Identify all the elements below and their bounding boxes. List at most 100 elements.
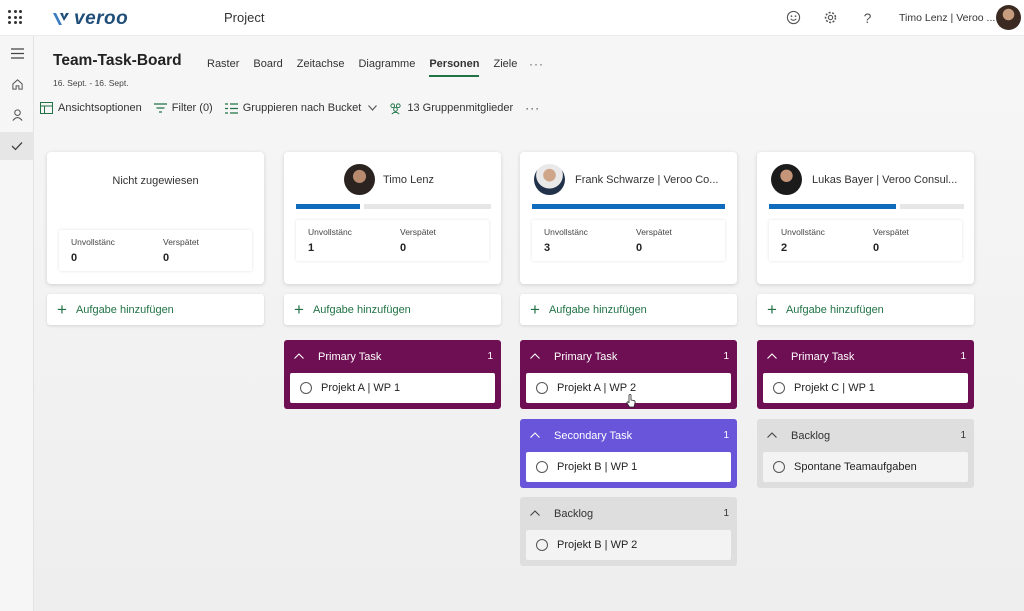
add-task-label: Aufgabe hinzufügen — [75, 303, 174, 316]
task-card[interactable]: Spontane Teamaufgaben — [763, 452, 968, 482]
tab-board[interactable]: Board — [253, 58, 282, 77]
person-name: Frank Schwarze | Veroo Co... — [575, 174, 719, 186]
tasks-check-icon[interactable] — [0, 132, 34, 160]
plus-icon: + — [767, 300, 777, 319]
board-date-range: 16. Sept. - 16. Sept. — [53, 78, 129, 88]
late-label: Verspätet — [163, 237, 199, 247]
members-icon — [389, 102, 402, 115]
bucket-primary-task: Primary Task 1 Projekt A | WP 1 — [284, 340, 501, 409]
bucket-count: 1 — [723, 508, 729, 519]
person-name: Lukas Bayer | Veroo Consul... — [812, 174, 958, 186]
filter-icon — [153, 102, 167, 115]
column-timo-lenz: Timo Lenz Unvollstänc 1 Verspätet 0 + Au… — [284, 152, 501, 409]
bucket-name: Backlog — [554, 507, 594, 520]
gear-icon[interactable] — [822, 9, 839, 26]
chevron-up-icon[interactable] — [530, 351, 548, 362]
task-card[interactable]: Projekt A | WP 1 — [290, 373, 495, 403]
plus-icon: + — [294, 300, 304, 319]
bucket-header[interactable]: Secondary Task 1 — [526, 419, 731, 452]
task-complete-checkbox[interactable] — [536, 382, 548, 394]
task-card[interactable]: Projekt B | WP 2 — [526, 530, 731, 560]
group-label: Gruppieren nach Bucket — [242, 102, 362, 114]
waffle-icon[interactable] — [8, 10, 22, 24]
tab-zeitachse[interactable]: Zeitachse — [297, 58, 345, 77]
avatar[interactable] — [534, 164, 565, 195]
person-name: Timo Lenz — [383, 174, 434, 186]
stats-box: Unvollstänc 1 Verspätet 0 — [296, 220, 489, 261]
filter-button[interactable]: Filter (0) — [153, 102, 213, 115]
add-task-label: Aufgabe hinzufügen — [785, 303, 884, 316]
members-label: 13 Gruppenmitglieder — [407, 102, 514, 114]
task-complete-checkbox[interactable] — [300, 382, 312, 394]
progress-bar — [532, 204, 727, 209]
bucket-header[interactable]: Primary Task 1 — [763, 340, 968, 373]
members-button[interactable]: 13 Gruppenmitglieder — [389, 102, 513, 115]
bucket-header[interactable]: Backlog 1 — [763, 419, 968, 452]
incomplete-label: Unvollstänc — [71, 237, 115, 247]
menu-icon[interactable] — [0, 38, 34, 68]
chevron-up-icon[interactable] — [530, 508, 548, 519]
smiley-icon[interactable] — [785, 9, 802, 26]
chevron-up-icon[interactable] — [767, 351, 785, 362]
bucket-header[interactable]: Primary Task 1 — [526, 340, 731, 373]
bucket-count: 1 — [723, 351, 729, 362]
add-task-button[interactable]: + Aufgabe hinzufügen — [47, 294, 264, 325]
late-count: 0 — [636, 242, 643, 254]
bucket-count: 1 — [960, 351, 966, 362]
user-name[interactable]: Timo Lenz | Veroo ... — [899, 12, 995, 24]
home-icon[interactable] — [0, 69, 34, 99]
task-name: Projekt A | WP 1 — [321, 382, 401, 394]
task-name: Projekt B | WP 1 — [557, 461, 638, 473]
person-icon[interactable] — [0, 100, 34, 130]
task-name: Projekt B | WP 2 — [557, 539, 638, 551]
chevron-up-icon[interactable] — [294, 351, 312, 362]
chevron-up-icon[interactable] — [767, 430, 785, 441]
tab-raster[interactable]: Raster — [207, 58, 239, 77]
task-name: Projekt C | WP 1 — [794, 382, 875, 394]
late-label: Verspätet — [873, 227, 909, 237]
bucket-name: Backlog — [791, 429, 831, 442]
toolbar-more-button[interactable]: ··· — [525, 101, 540, 115]
chevron-up-icon[interactable] — [530, 430, 548, 441]
group-by-button[interactable]: Gruppieren nach Bucket — [224, 102, 378, 115]
bucket-secondary-task: Secondary Task 1 Projekt B | WP 1 — [520, 419, 737, 488]
task-card[interactable]: Projekt B | WP 1 — [526, 452, 731, 482]
bucket-primary-task: Primary Task 1 Projekt C | WP 1 — [757, 340, 974, 409]
tabs-more-button[interactable]: ··· — [529, 57, 544, 71]
column-frank-schwarze: Frank Schwarze | Veroo Co... Unvollstänc… — [520, 152, 737, 566]
task-card[interactable]: Projekt C | WP 1 — [763, 373, 968, 403]
add-task-button[interactable]: + Aufgabe hinzufügen — [757, 294, 974, 325]
task-complete-checkbox[interactable] — [536, 461, 548, 473]
help-icon[interactable]: ? — [859, 9, 876, 26]
logo[interactable]: veroo — [52, 8, 128, 30]
avatar[interactable] — [996, 5, 1021, 30]
avatar[interactable] — [344, 164, 375, 195]
stats-box: Unvollstänc 0 Verspätet 0 — [59, 230, 252, 271]
task-complete-checkbox[interactable] — [773, 382, 785, 394]
person-card: Frank Schwarze | Veroo Co... Unvollstänc… — [520, 152, 737, 284]
add-task-button[interactable]: + Aufgabe hinzufügen — [284, 294, 501, 325]
bucket-header[interactable]: Backlog 1 — [526, 497, 731, 530]
tab-ziele[interactable]: Ziele — [493, 58, 517, 77]
progress-bar — [296, 204, 491, 209]
incomplete-count: 3 — [544, 242, 551, 254]
bucket-backlog: Backlog 1 Spontane Teamaufgaben — [757, 419, 974, 488]
bucket-header[interactable]: Primary Task 1 — [290, 340, 495, 373]
task-complete-checkbox[interactable] — [536, 539, 548, 551]
add-task-label: Aufgabe hinzufügen — [548, 303, 647, 316]
group-icon — [224, 102, 238, 115]
tab-personen[interactable]: Personen — [429, 58, 480, 77]
stats-box: Unvollstänc 2 Verspätet 0 — [769, 220, 962, 261]
incomplete-label: Unvollstänc — [308, 227, 352, 237]
incomplete-count: 1 — [308, 242, 315, 254]
plus-icon: + — [530, 300, 540, 319]
tab-diagramme[interactable]: Diagramme — [358, 58, 415, 77]
avatar[interactable] — [771, 164, 802, 195]
add-task-button[interactable]: + Aufgabe hinzufügen — [520, 294, 737, 325]
incomplete-count: 2 — [781, 242, 788, 254]
view-options-button[interactable]: Ansichtsoptionen — [40, 102, 142, 115]
progress-fill — [532, 204, 725, 209]
progress-bar — [769, 204, 964, 209]
task-complete-checkbox[interactable] — [773, 461, 785, 473]
app-title: Project — [224, 10, 265, 25]
